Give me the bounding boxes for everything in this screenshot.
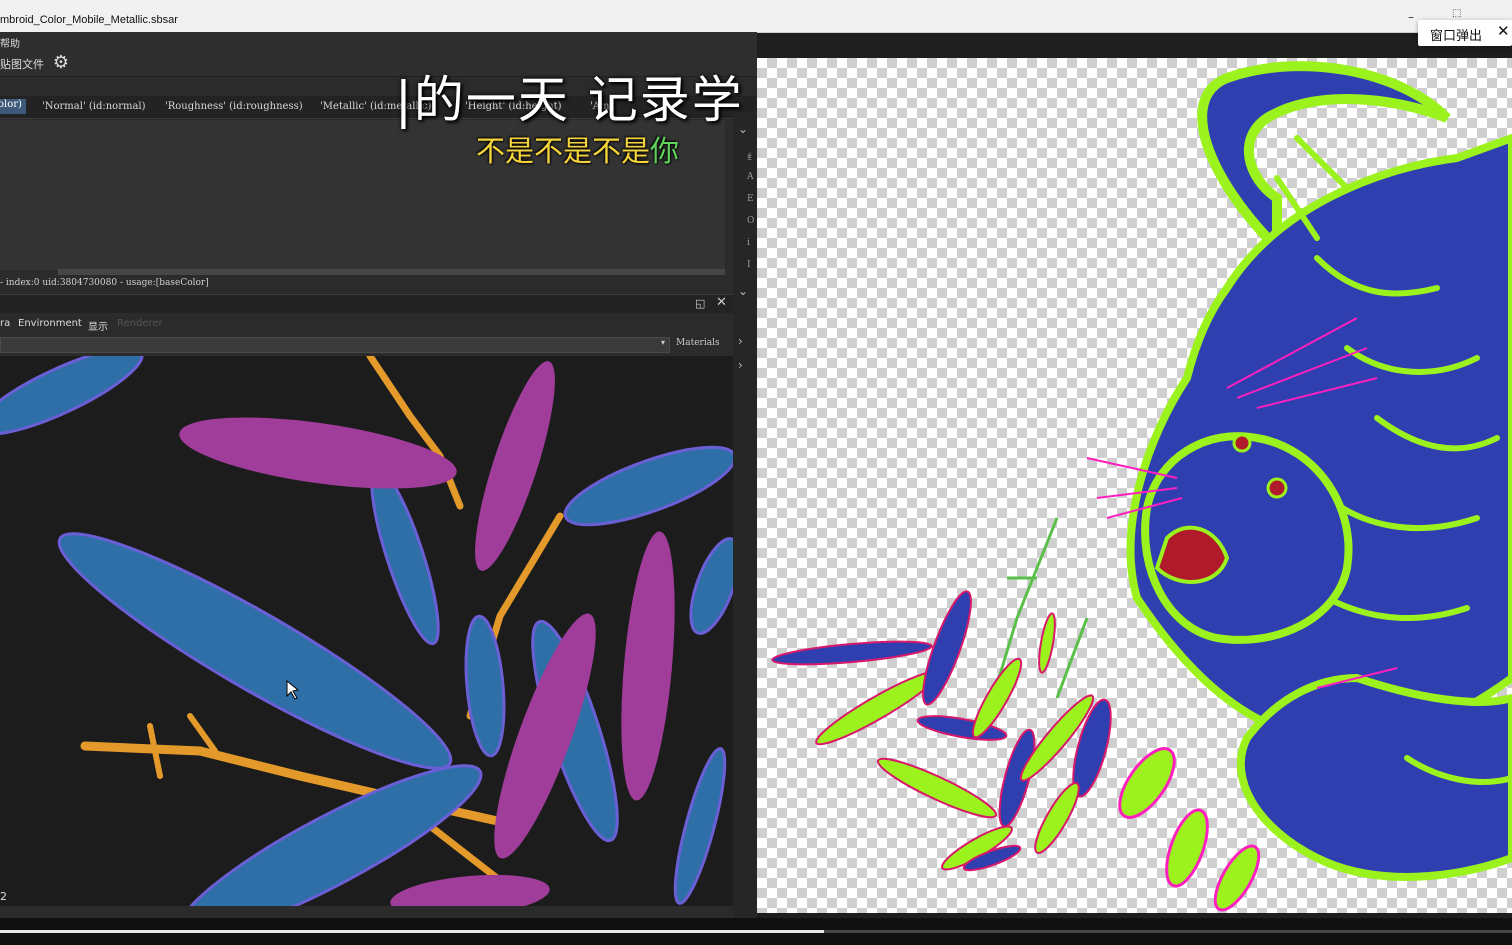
menu-item-help[interactable]: 帮助	[0, 35, 20, 50]
chevron-right-icon[interactable]: ›	[738, 334, 743, 348]
bookmarks-bar	[0, 0, 1512, 12]
side-letter: i	[747, 238, 750, 248]
side-letter: I	[747, 260, 751, 270]
close-icon[interactable]: ✕	[1497, 22, 1510, 40]
close-icon[interactable]: ✕	[716, 295, 727, 310]
output-tab-roughness[interactable]: 'Roughness' (id:roughness)	[165, 101, 303, 112]
viewport-corner-number: 2	[0, 890, 7, 903]
side-letter: A	[747, 172, 754, 182]
material-dropdown[interactable]: ▾	[0, 337, 670, 353]
tab-camera[interactable]: ra	[0, 318, 10, 329]
restore-button[interactable]: ⬚	[1452, 8, 1461, 19]
chevron-down-icon: ▾	[660, 338, 665, 347]
gear-icon[interactable]: ⚙	[50, 52, 72, 74]
output-status: - index:0 uid:3804730080 - usage:[baseCo…	[0, 278, 209, 288]
substance-player-window: 帮助 贴图文件 ⚙ olor) 'Normal' (id:normal) 'Ro…	[0, 32, 757, 918]
output-tab-basecolor[interactable]: olor)	[0, 99, 26, 114]
side-strip: ⌄ 纟 A E O i I ⌄ › ›	[733, 112, 757, 918]
window-titlebar: mbroid_Color_Mobile_Metallic.sbsar – ⬚	[0, 8, 1512, 33]
window-title: mbroid_Color_Mobile_Metallic.sbsar	[0, 14, 178, 26]
texture-files-button[interactable]: 贴图文件	[0, 56, 44, 72]
subtitle-part: 不是不是不是	[476, 134, 651, 168]
texture-preview-panel[interactable]	[757, 58, 1512, 913]
menu-bar: 帮助	[0, 32, 757, 50]
video-overlay-text: |的一天 记录学	[395, 71, 744, 129]
embroidery-render	[0, 356, 733, 906]
chevron-down-icon[interactable]: ⌄	[738, 284, 748, 298]
tab-environment[interactable]: Environment	[18, 318, 82, 329]
video-progress-bar[interactable]	[0, 930, 1512, 933]
viewer-tabs: ra Environment 显示 Renderer	[0, 313, 733, 335]
output-tab-normal[interactable]: 'Normal' (id:normal)	[42, 101, 146, 112]
chevron-right-icon[interactable]: ›	[738, 358, 743, 372]
materials-label[interactable]: Materials	[676, 338, 720, 348]
side-letter: O	[747, 216, 755, 226]
viewer-header: ◱ ✕	[0, 294, 733, 313]
side-letter: E	[747, 194, 754, 204]
video-subtitle: 不是不是不是你	[476, 128, 679, 170]
popout-label: 窗口弹出	[1430, 29, 1483, 44]
3d-viewport[interactable]	[0, 356, 733, 906]
side-letter: 纟	[747, 153, 757, 163]
undock-icon[interactable]: ◱	[695, 297, 705, 310]
video-progress-fill	[0, 930, 825, 933]
minimize-button[interactable]: –	[1408, 10, 1414, 24]
tab-renderer[interactable]: Renderer	[117, 318, 163, 329]
tiger-texture-image	[771, 61, 1512, 912]
tab-display[interactable]: 显示	[88, 318, 108, 333]
subtitle-part-highlight: 你	[650, 134, 680, 168]
popout-window-button[interactable]: 窗口弹出 ✕	[1418, 20, 1512, 46]
horizontal-scrollbar[interactable]	[58, 269, 725, 275]
